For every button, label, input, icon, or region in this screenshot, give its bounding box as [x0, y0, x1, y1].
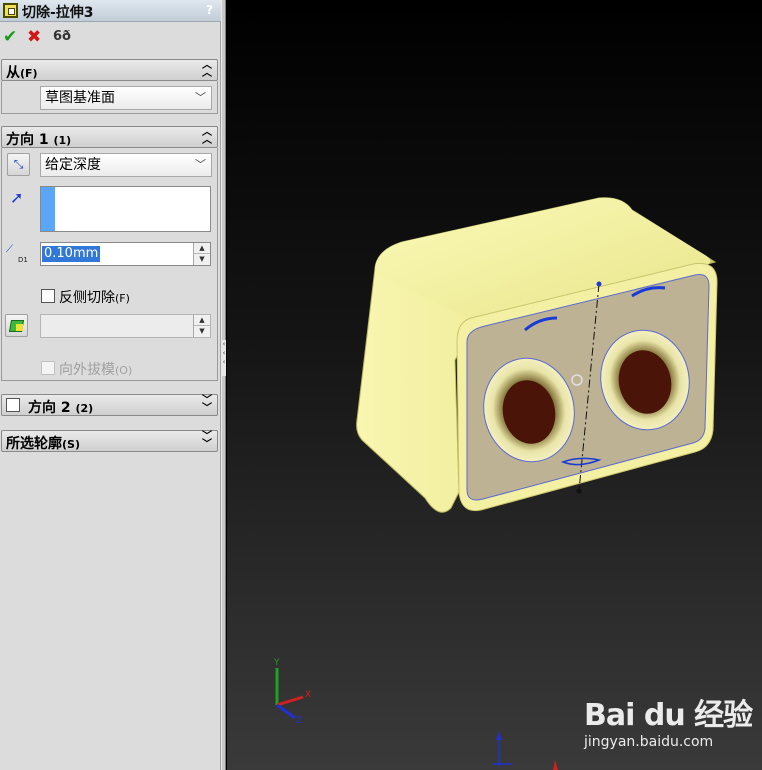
panel-splitter[interactable]: ‹ ‹ ‹ [221, 0, 226, 770]
group-from-label: 从 [6, 65, 20, 81]
flip-side-shortcut: (F) [115, 292, 130, 305]
help-icon[interactable]: ? [202, 2, 217, 18]
end-condition-select[interactable]: 给定深度 ﹀ [40, 153, 212, 177]
axis-x-label: X [305, 690, 311, 700]
draft-icon[interactable] [5, 314, 28, 337]
axis-z-label: Z [296, 716, 302, 726]
chevron-down-icon: ﹀ [195, 158, 206, 171]
check-icon[interactable]: ✔ [3, 27, 17, 47]
flip-side-label: 反侧切除 [59, 290, 115, 306]
chevron-down-icon[interactable]: ﹀ ﹀ [201, 432, 213, 450]
selection-highlight [41, 187, 55, 231]
draft-outward-shortcut: (O) [115, 364, 133, 377]
depth-dimension-icon: ⟋ D1 [6, 244, 28, 264]
chevron-down-icon[interactable]: ﹀ ﹀ [201, 396, 213, 414]
end-condition-value: 给定深度 [45, 157, 101, 173]
action-bar: ✔ ✖ 6ð [0, 27, 221, 49]
depth-stepper[interactable]: ▲ ▼ [193, 243, 210, 265]
feature-title-bar: 切除-拉伸3 ? [0, 0, 221, 22]
chevron-down-icon: ﹀ [195, 91, 206, 104]
group-direction1-shortcut: (1) [53, 134, 72, 147]
flip-side-checkbox[interactable] [41, 289, 55, 303]
draft-angle-input[interactable]: ▲ ▼ [40, 314, 211, 338]
direction-vector-listbox[interactable] [40, 186, 211, 232]
axis-y-label: Y [273, 658, 280, 668]
extruded-body[interactable] [356, 197, 718, 513]
group-contours-shortcut: (S) [62, 438, 80, 451]
origin-marker [493, 732, 558, 770]
draft-outward-checkbox[interactable] [41, 361, 55, 375]
feature-title: 切除-拉伸3 [22, 5, 94, 21]
view-triad: Y X Z [273, 658, 311, 726]
depth-value: 0.10mm [42, 246, 101, 262]
cut-extrude-icon [3, 3, 18, 18]
direction2-checkbox[interactable] [6, 398, 20, 412]
group-contours-label: 所选轮廓 [6, 436, 62, 452]
collapse-grip-icon[interactable]: ‹ ‹ ‹ [222, 340, 226, 376]
draft-angle-stepper[interactable]: ▲ ▼ [193, 315, 210, 337]
group-header-direction1[interactable]: 方向 1 (1) ︿ ︿ [1, 126, 218, 148]
depth-input[interactable]: 0.10mm ▲ ▼ [40, 242, 211, 266]
glasses-icon[interactable]: 6ð [53, 27, 71, 47]
chevron-up-icon[interactable]: ︿ ︿ [201, 61, 213, 79]
group-header-from[interactable]: 从(F) ︿ ︿ [1, 59, 218, 81]
group-body-from: 草图基准面 ﹀ [1, 81, 218, 114]
direction-vector-icon: ➚ [10, 188, 24, 207]
group-from-shortcut: (F) [20, 67, 38, 80]
reverse-direction-icon[interactable]: ⤡ [7, 153, 30, 176]
chevron-up-icon[interactable]: ︿ ︿ [201, 128, 213, 146]
graphics-viewport[interactable]: Y X Z Bai du 经验 jingyan.baidu.com [227, 0, 762, 770]
draft-outward-label: 向外拔模 [59, 362, 115, 378]
from-condition-select[interactable]: 草图基准面 ﹀ [40, 86, 212, 110]
watermark-url: jingyan.baidu.com [584, 734, 714, 750]
property-manager: 切除-拉伸3 ? ✔ ✖ 6ð 从(F) ︿ ︿ 草图基准面 ﹀ 方向 1 (1)… [0, 0, 221, 770]
group-direction2-shortcut: (2) [75, 402, 94, 415]
group-header-direction2[interactable]: 方向 2 (2) ﹀ ﹀ [1, 394, 218, 416]
x-icon[interactable]: ✖ [27, 27, 41, 47]
group-direction2-label: 方向 2 [28, 400, 71, 416]
watermark-logo: Bai du 经验 [584, 698, 753, 733]
model-view: Y X Z [273, 197, 718, 770]
group-header-contours[interactable]: 所选轮廓(S) ﹀ ﹀ [1, 430, 218, 452]
group-direction1-label: 方向 1 [6, 132, 49, 148]
from-condition-value: 草图基准面 [45, 90, 115, 106]
